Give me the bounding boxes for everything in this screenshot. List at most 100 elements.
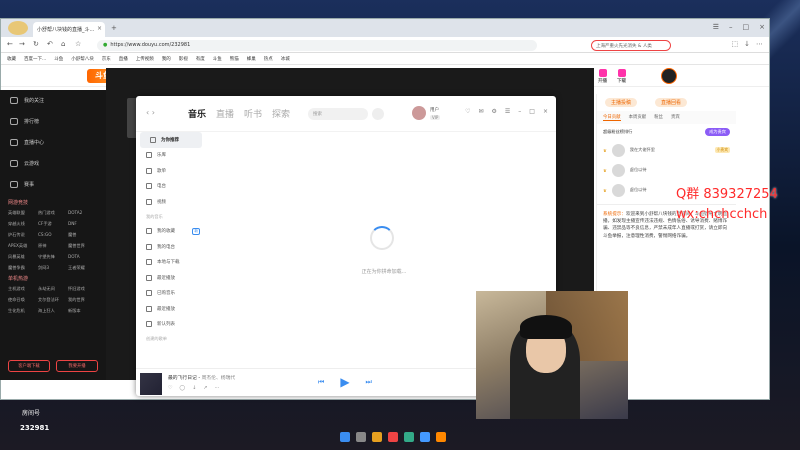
game-link[interactable]: 使命召唤 [8,297,38,303]
bookmark-item[interactable]: 熊猫 [230,56,239,62]
download-song-icon[interactable]: ↓ [192,385,196,391]
bookmark-item[interactable]: 上传视频 [136,56,154,62]
game-link[interactable]: 新版本 [68,308,98,314]
sidebar-item-cloud-game[interactable]: 云游戏 [0,153,106,174]
bookmark-item[interactable]: 京东 [102,56,111,62]
windows-start-icon[interactable] [340,432,350,442]
maximize-icon[interactable]: □ [743,23,750,31]
search-taskbar-icon[interactable] [356,432,366,442]
url-field[interactable]: ● https://www.douyu.com/232981 [97,40,537,51]
music-search-input[interactable]: 搜索 [308,108,368,120]
bookmark-item[interactable]: 蜂巢 [247,56,256,62]
menu-icon[interactable]: ☰ [713,23,719,31]
game-link[interactable]: CS:GO [38,232,68,238]
tab-vip[interactable]: 贵宾 [671,114,680,121]
sidebar-item-follow[interactable]: 我的关注 [0,90,106,111]
mine-local[interactable]: 本地与下载 [136,255,206,271]
close-window-icon[interactable]: × [759,23,765,31]
undo-icon[interactable]: ↶ [47,40,53,48]
menu-recommend[interactable]: 为你推荐 [140,132,202,148]
fan-row[interactable]: ♛ 我在大佬怀里 小贵宾 [597,140,736,160]
music-close-icon[interactable]: × [543,108,548,115]
game-link[interactable]: 海上狂人 [38,308,68,314]
browser-taskbar-icon[interactable] [388,432,398,442]
sidebar-item-center[interactable]: 直播中心 [0,132,106,153]
more-icon[interactable]: ⋯ [215,385,220,391]
replay-button[interactable]: 直播回看 [655,98,688,107]
menu-playlists[interactable]: 歌单 [136,163,206,179]
game-link[interactable]: 魔兽 [68,232,98,238]
game-link[interactable]: 守望先锋 [38,254,68,260]
music-user-name[interactable]: 用户 [430,107,439,113]
like-icon[interactable]: ♡ [168,385,172,391]
download-app-button[interactable]: 下载 [617,69,626,84]
mail-icon[interactable]: ✉ [478,108,483,115]
back-icon[interactable]: ← [7,40,13,48]
bookmark-item[interactable]: 百度一下... [24,56,46,62]
bookmark-item[interactable]: 斗鱼 [54,56,63,62]
home-icon[interactable]: ⌂ [61,40,65,48]
game-link[interactable]: 主机游戏 [8,286,38,292]
game-link[interactable]: 永劫无间 [38,286,68,292]
become-vip-button[interactable]: 成为贵宾 [705,128,730,136]
next-icon[interactable]: ⏭ [366,378,372,387]
game-link[interactable]: 热门游戏 [38,210,68,216]
skin-icon[interactable]: ♡ [465,108,470,115]
share-icon[interactable]: ↗ [203,385,207,391]
game-link[interactable]: 原神 [38,243,68,249]
bookmark-item[interactable]: 小舒帮八块 [71,56,94,62]
app-icon[interactable] [404,432,414,442]
tab-today-contrib[interactable]: 今日贡献 [603,114,621,121]
close-tab-icon[interactable]: × [97,25,102,32]
album-cover[interactable] [140,373,162,395]
star-icon[interactable]: ☆ [75,40,81,48]
game-link[interactable]: 炉石传说 [8,232,38,238]
game-link[interactable]: 英雄联盟 [8,210,38,216]
mine-favorites[interactable]: 我的收藏 新 [136,224,206,240]
game-link[interactable]: 魔兽世界 [68,243,98,249]
game-link[interactable]: APEX英雄 [8,243,38,249]
game-link[interactable]: 剑网3 [38,265,68,271]
vip-badge[interactable]: VIP [430,115,441,120]
minimize-icon[interactable]: – [729,23,733,31]
forward-icon[interactable]: → [19,40,25,48]
browser-search-input[interactable]: 上海严重火先光消失 & 人类 [591,40,671,51]
mine-purchased[interactable]: 已购音乐 [136,286,206,302]
extensions-icon[interactable]: ⬚ [732,40,739,48]
music-maximize-icon[interactable]: □ [529,108,535,115]
tab-fans[interactable]: 粉丝 [654,114,663,121]
game-link[interactable]: DNF [68,221,98,227]
game-link[interactable]: 我的世界 [68,297,98,303]
profile-cat-icon[interactable] [8,21,28,35]
game-link[interactable]: 魔兽争霸 [8,265,38,271]
broadcast-button[interactable]: 开播 [598,69,607,84]
user-avatar[interactable] [661,68,677,84]
start-live-button[interactable]: 我要开播 [56,360,98,372]
music-settings-icon[interactable]: ⚙ [492,108,497,115]
game-link[interactable]: DOTA [68,254,98,260]
new-tab-icon[interactable]: + [111,24,117,32]
refresh-icon[interactable]: ↻ [33,40,39,48]
bookmark-item[interactable]: 有度 [196,56,205,62]
fan-row[interactable]: ♛ 虚位以待 [597,160,736,180]
douyu-taskbar-icon[interactable] [436,432,446,442]
comment-icon[interactable]: ◯ [179,385,185,391]
game-link[interactable]: 怀旧游戏 [68,286,98,292]
tab-week-contrib[interactable]: 本周贡献 [629,114,647,121]
song-artist[interactable]: 周杰伦、杨瑞代 [202,376,236,381]
tab-live[interactable]: 直播 [216,107,234,120]
folder-icon[interactable] [372,432,382,442]
client-download-button[interactable]: 客户端下载 [8,360,50,372]
bookmark-item[interactable]: 我的 [162,56,171,62]
game-link[interactable]: CF手游 [38,221,68,227]
music-menu-icon[interactable]: ☰ [505,108,510,115]
bookmark-item[interactable]: 斗鱼 [213,56,222,62]
host-post-button[interactable]: 主播投稿 [605,98,638,107]
bookmark-item[interactable]: 收藏 [7,56,16,62]
music-taskbar-icon[interactable] [420,432,430,442]
game-link[interactable]: 生化危机 [8,308,38,314]
bookmark-item[interactable]: 直播 [119,56,128,62]
browser-tab[interactable]: 小舒帮八块钱的直播_斗... [33,22,105,37]
game-link[interactable]: 穿越火线 [8,221,38,227]
tab-music[interactable]: 音乐 [188,107,206,120]
